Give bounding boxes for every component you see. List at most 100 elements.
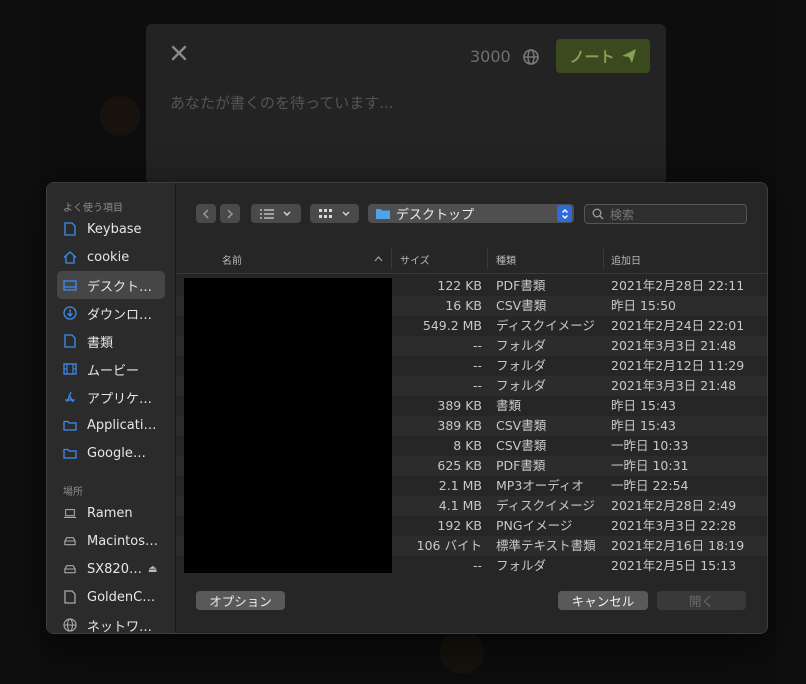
sidebar-item[interactable]: GoldenC… xyxy=(57,583,165,611)
sidebar-item[interactable]: Ramen xyxy=(57,499,165,527)
search-placeholder: 検索 xyxy=(610,207,635,222)
file-date-added: 2021年2月28日 22:11 xyxy=(611,278,745,293)
sidebar-item-label: Macintos… xyxy=(87,533,159,549)
file-table-header: 名前 サイズ 種類 追加日 xyxy=(176,245,767,274)
sidebar-item[interactable]: アプリケ… xyxy=(57,383,165,411)
home-icon xyxy=(63,250,77,264)
sidebar-item[interactable]: cookie xyxy=(57,243,165,271)
file-kind: CSV書類 xyxy=(496,298,547,313)
column-divider[interactable] xyxy=(391,249,392,269)
group-view-button[interactable] xyxy=(310,204,359,223)
file-size: 192 KB xyxy=(437,518,482,533)
open-button[interactable]: 開く xyxy=(657,591,746,610)
file-size: 122 KB xyxy=(437,278,482,293)
file-browser: デスクトップ 検索 名前 サイズ 種類 追加日 122 KB PDF書類 202… xyxy=(176,183,767,573)
file-kind: フォルダ xyxy=(496,558,547,573)
sidebar-item-label: ダウンロ… xyxy=(87,307,153,323)
location-label: デスクトップ xyxy=(396,208,475,223)
desktop-icon xyxy=(63,278,77,292)
sidebar-item[interactable]: Applicati… xyxy=(57,411,165,439)
close-icon[interactable] xyxy=(170,44,188,62)
sidebar-item-label: Keybase xyxy=(87,221,142,237)
column-header-name[interactable]: 名前 xyxy=(222,245,242,273)
sidebar-item-label: Ramen xyxy=(87,505,133,521)
file-date-added: 2021年3月3日 21:48 xyxy=(611,378,737,393)
globe-icon[interactable] xyxy=(522,48,540,66)
sidebar-item-label: ネットワ… xyxy=(87,619,153,634)
search-field[interactable]: 検索 xyxy=(584,204,747,224)
network-icon xyxy=(63,618,77,632)
column-header-date-added[interactable]: 追加日 xyxy=(611,245,641,273)
file-date-added: 2021年2月12日 11:29 xyxy=(611,358,745,373)
sidebar-item-label: デスクト… xyxy=(87,279,153,295)
sidebar-item[interactable]: ネットワ… xyxy=(57,611,165,634)
location-popup[interactable]: デスクトップ xyxy=(368,204,574,223)
file-kind: PDF書類 xyxy=(496,458,546,473)
film-icon xyxy=(63,362,77,376)
file-kind: フォルダ xyxy=(496,338,547,353)
drive-icon xyxy=(63,562,77,576)
sidebar-item[interactable]: Macintos… xyxy=(57,527,165,555)
file-kind: CSV書類 xyxy=(496,438,547,453)
cancel-button[interactable]: キャンセル xyxy=(558,591,648,610)
column-header-size[interactable]: サイズ xyxy=(400,245,430,273)
sidebar-item[interactable]: ムービー xyxy=(57,355,165,383)
file-size: 389 KB xyxy=(437,398,482,413)
file-date-added: 昨日 15:43 xyxy=(611,398,676,413)
document-icon xyxy=(63,590,77,604)
column-divider[interactable] xyxy=(487,249,488,269)
chevron-down-icon xyxy=(283,211,291,216)
file-size: 625 KB xyxy=(437,458,482,473)
open-file-dialog: よく使う項目 Keybase cookie デスクト… ダウンロ… 書類 ムービー アプリケ… xyxy=(46,182,768,634)
sidebar-item-label: Google… xyxy=(87,445,146,461)
file-size: 106 バイト xyxy=(416,538,482,553)
file-size: 8 KB xyxy=(453,438,482,453)
laptop-icon xyxy=(63,506,77,520)
sidebar-item[interactable]: Keybase xyxy=(57,215,165,243)
file-kind: フォルダ xyxy=(496,378,547,393)
file-kind: MP3オーディオ xyxy=(496,478,584,493)
sidebar-item[interactable]: ダウンロ… xyxy=(57,299,165,327)
document-icon xyxy=(63,334,77,348)
sidebar-item-label: GoldenC… xyxy=(87,589,156,605)
column-header-kind[interactable]: 種類 xyxy=(496,245,516,273)
folder-icon xyxy=(376,209,390,219)
eject-icon[interactable]: ⏏ xyxy=(148,564,157,575)
post-note-button[interactable]: ノート xyxy=(556,39,650,73)
sidebar-item[interactable]: 書類 xyxy=(57,327,165,355)
file-date-added: 一昨日 10:33 xyxy=(611,438,689,453)
favorites-header: よく使う項目 xyxy=(63,203,123,214)
sidebar-item[interactable]: SX820… ⏏ xyxy=(57,555,165,583)
download-icon xyxy=(63,306,77,320)
file-size: -- xyxy=(472,358,482,373)
stepper-icon xyxy=(557,205,572,222)
options-button[interactable]: オプション xyxy=(196,591,285,610)
column-divider[interactable] xyxy=(603,249,604,269)
file-date-added: 昨日 15:43 xyxy=(611,418,676,433)
dialog-footer: オプション キャンセル 開く xyxy=(176,573,767,633)
chevron-down-icon xyxy=(342,211,349,216)
forward-button[interactable] xyxy=(220,204,240,223)
file-size: -- xyxy=(472,558,482,573)
file-size: 16 KB xyxy=(445,298,482,313)
file-date-added: 2021年2月24日 22:01 xyxy=(611,318,745,333)
dialog-sidebar: よく使う項目 Keybase cookie デスクト… ダウンロ… 書類 ムービー アプリケ… xyxy=(47,183,176,633)
back-button[interactable] xyxy=(196,204,216,223)
file-date-added: 昨日 15:50 xyxy=(611,298,676,313)
file-size: -- xyxy=(472,378,482,393)
list-view-button[interactable] xyxy=(251,204,301,223)
sidebar-item[interactable]: デスクト… xyxy=(57,271,165,299)
document-icon xyxy=(63,222,77,236)
note-text-placeholder[interactable]: あなたが書くのを待っています... xyxy=(170,92,394,113)
file-date-added: 2021年3月3日 21:48 xyxy=(611,338,737,353)
file-kind: 書類 xyxy=(496,398,522,413)
file-date-added: 2021年2月16日 18:19 xyxy=(611,538,745,553)
file-size: 4.1 MB xyxy=(438,498,482,513)
send-icon xyxy=(621,49,636,63)
compose-note-panel: 3000 ノート あなたが書くのを待っています... xyxy=(146,24,666,184)
file-date-added: 一昨日 10:31 xyxy=(611,458,689,473)
sidebar-item-label: SX820… xyxy=(87,561,142,577)
folder-icon xyxy=(63,418,77,432)
sidebar-item[interactable]: Google… xyxy=(57,439,165,467)
file-date-added: 2021年2月28日 2:49 xyxy=(611,498,737,513)
